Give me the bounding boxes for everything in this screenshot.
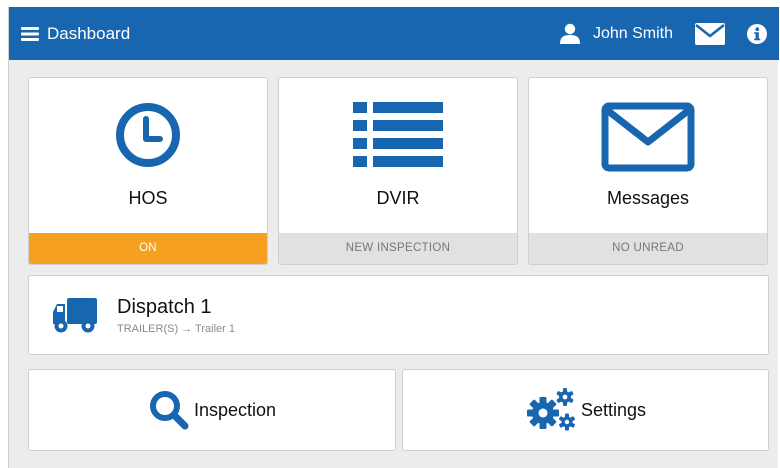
user-name: John Smith [592,24,673,42]
list-icon [353,102,443,167]
envelope-icon [601,102,695,172]
dvir-status: NEW INSPECTION [279,233,517,264]
page-title: Dashboard [47,23,131,43]
dispatch-title: Dispatch 1 [117,296,212,318]
messages-button[interactable] [695,22,725,45]
hos-status: ON [29,233,267,264]
messages-status: NO UNREAD [529,233,767,264]
messages-tile[interactable]: Messages NO UNREAD [528,77,768,265]
truck-icon [53,298,97,333]
envelope-icon [695,22,725,45]
top-bar: Dashboard John Smith [9,7,779,60]
user-icon [559,23,580,44]
info-button[interactable] [747,23,767,44]
user-menu[interactable]: John Smith [559,23,673,45]
search-icon [149,391,189,430]
settings-button[interactable]: Settings [402,369,769,451]
dvir-tile[interactable]: DVIR NEW INSPECTION [278,77,518,265]
clock-icon [116,103,180,167]
inspection-label: Inspection [193,399,277,420]
messages-label: Messages [606,188,690,208]
hos-tile[interactable]: HOS ON [28,77,268,265]
app-frame: Dashboard John Smith HOS ON DVIR NEW INS… [8,7,779,468]
gears-icon [526,388,575,431]
settings-label: Settings [580,399,647,420]
info-icon [747,23,767,44]
hamburger-icon [21,26,39,41]
menu-button[interactable]: Dashboard [21,7,130,60]
dvir-label: DVIR [376,188,420,208]
inspection-button[interactable]: Inspection [28,369,396,451]
dispatch-subtitle: TRAILER(S) → Trailer 1 [117,323,235,335]
hos-label: HOS [128,188,168,208]
dispatch-card[interactable]: Dispatch 1 TRAILER(S) → Trailer 1 [28,275,769,355]
